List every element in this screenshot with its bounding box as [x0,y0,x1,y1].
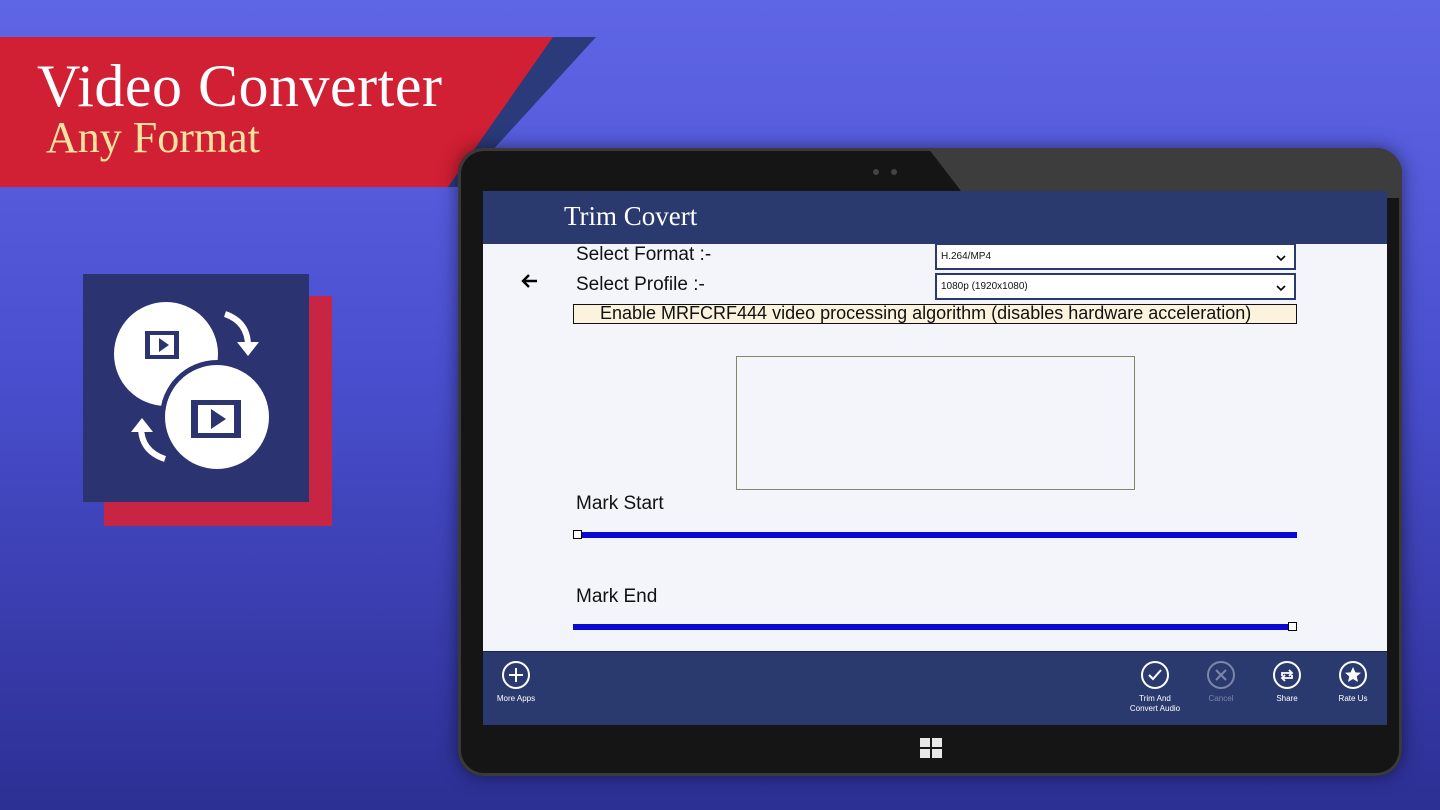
cancel-circle [1207,661,1235,689]
app-screen: Trim Covert Select Format :- H.264/MP4 S… [483,191,1387,725]
more-apps-label: More Apps [496,694,536,703]
mark-end-thumb[interactable] [1288,622,1297,631]
app-logo [83,274,309,502]
more-apps-button[interactable]: More Apps [483,661,551,704]
trim-convert-label-2: Convert Audio [1129,704,1181,713]
trim-convert-label-1: Trim And [1139,694,1171,703]
title-bar: Trim Covert [483,191,1387,244]
mrfcrf444-checkbox[interactable]: Enable MRFCRF444 video processing algori… [573,303,1297,324]
mrfcrf444-checkbox-label: Enable MRFCRF444 video processing algori… [600,303,1252,323]
banner-title: Video Converter [37,53,443,119]
trim-convert-button[interactable]: Trim And Convert Audio [1120,661,1190,714]
rate-us-label: Rate Us [1338,694,1368,703]
app-bar: More Apps Trim And Convert Audio Cancel [483,651,1387,725]
checkmark-icon [1148,669,1162,681]
sensor-dot [891,169,897,175]
page-title: Trim Covert [564,201,698,231]
mark-end-slider[interactable] [573,622,1297,631]
trim-convert-circle [1141,661,1169,689]
select-format-label: Select Format :- [576,244,712,265]
mark-start-slider[interactable] [573,530,1297,539]
star-icon [1345,667,1361,682]
share-icon [1280,669,1294,682]
cancel-button[interactable]: Cancel [1186,661,1256,704]
mark-start-thumb[interactable] [573,530,582,539]
rate-us-circle [1339,661,1367,689]
mark-start-label: Mark Start [576,493,664,514]
share-button[interactable]: Share [1252,661,1322,704]
profile-select[interactable]: 1080p (1920x1080) [935,273,1296,300]
plus-icon [509,668,523,682]
back-arrow-icon [521,274,537,288]
camera-dot [873,169,879,175]
share-circle [1273,661,1301,689]
share-label: Share [1276,694,1298,703]
format-select[interactable]: H.264/MP4 [935,243,1296,270]
format-select-value: H.264/MP4 [941,251,992,262]
back-button[interactable] [519,270,541,292]
select-profile-label: Select Profile :- [576,274,705,295]
banner-subtitle: Any Format [46,113,260,162]
windows-logo-icon[interactable] [920,738,942,758]
profile-select-value: 1080p (1920x1080) [941,281,1028,292]
mark-end-label: Mark End [576,586,658,607]
chevron-down-icon [1276,255,1286,262]
tablet-device: Trim Covert Select Format :- H.264/MP4 S… [458,148,1402,776]
close-icon [1215,669,1227,681]
video-convert-icon [114,302,274,474]
cancel-label: Cancel [1208,694,1234,703]
chevron-down-icon [1276,285,1286,292]
more-apps-circle [502,661,530,689]
rate-us-button[interactable]: Rate Us [1318,661,1387,704]
video-preview [736,356,1135,490]
checkbox-box[interactable] [577,307,591,321]
